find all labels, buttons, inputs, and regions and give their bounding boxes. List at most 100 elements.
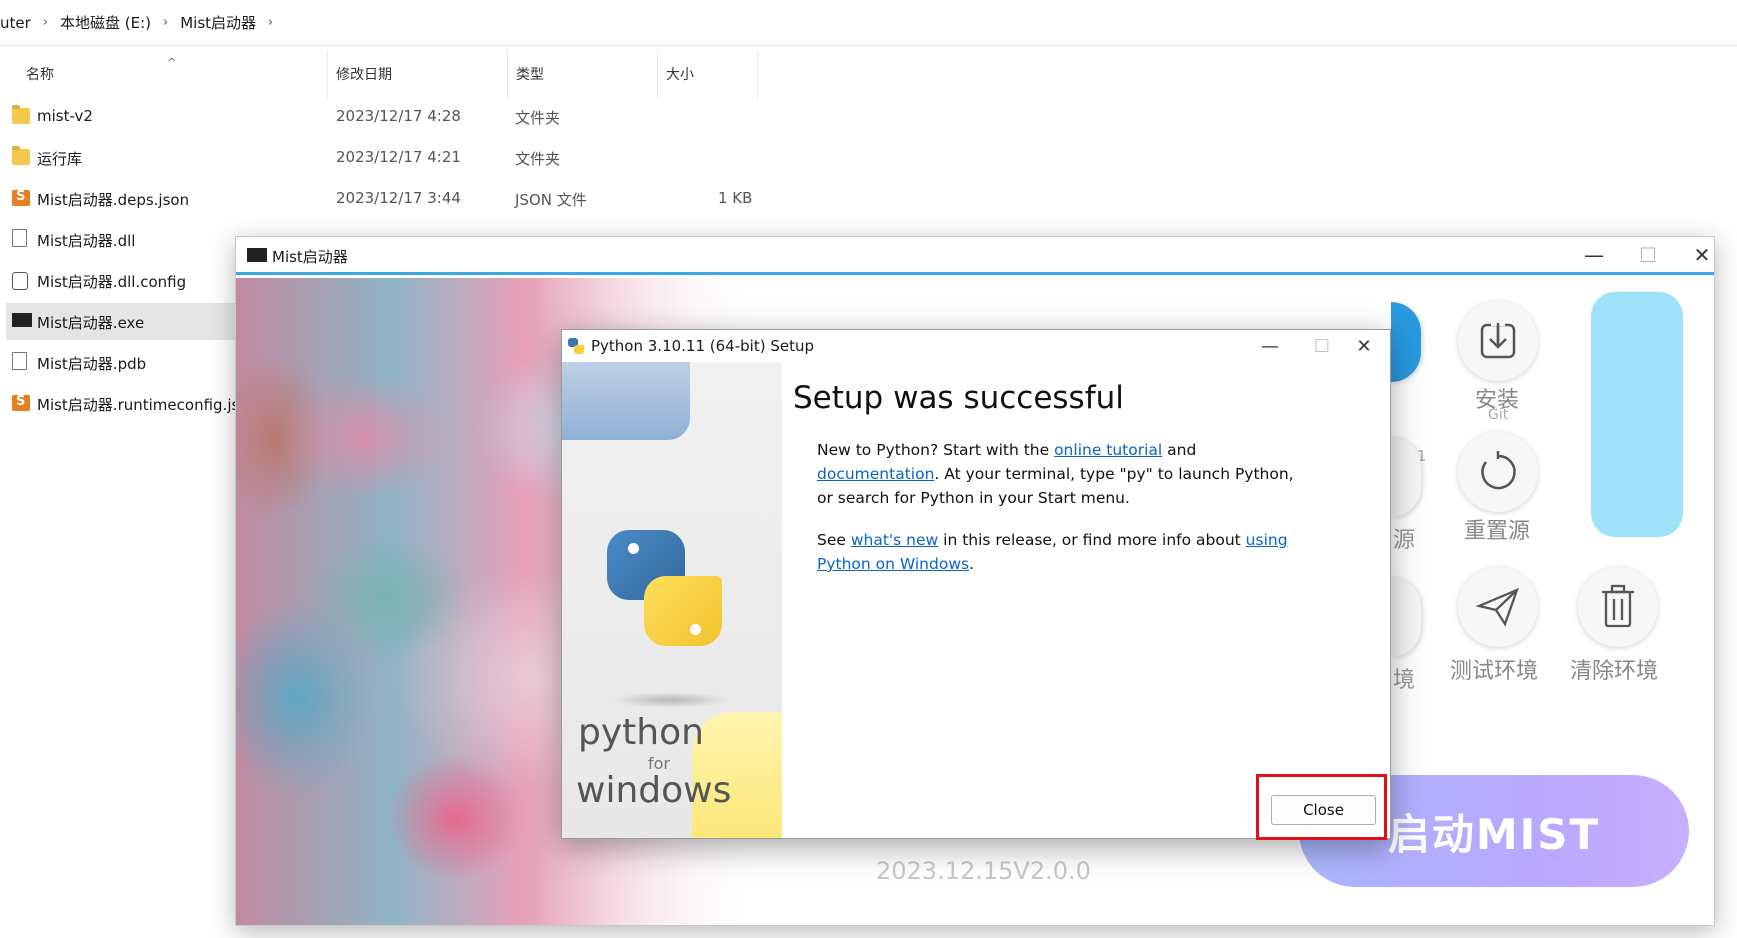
message-paragraph: New to Python? Start with the online tut…: [817, 438, 1297, 510]
mist-app-icon: [247, 248, 267, 262]
document-icon: [12, 352, 27, 370]
file-modified: 2023/12/17 4:28: [336, 107, 461, 125]
message-text: and: [1162, 441, 1197, 459]
python-setup-title: Python 3.10.11 (64-bit) Setup: [591, 337, 814, 355]
column-header-type[interactable]: 类型: [508, 50, 658, 98]
partial-env-text: 境: [1393, 668, 1416, 693]
column-name-label: 名称: [26, 67, 54, 83]
message-text: New to Python? Start with the: [817, 441, 1055, 459]
download-icon: [1480, 319, 1516, 359]
message-text: See: [817, 531, 851, 549]
column-headers: 名称 修改日期 类型 大小: [0, 50, 760, 98]
trash-icon: [1602, 584, 1634, 628]
brand-windows-text: windows: [576, 770, 732, 811]
decorative-shape: [562, 362, 690, 440]
close-button[interactable]: ✕: [1677, 237, 1714, 273]
column-type-label: 类型: [516, 67, 544, 83]
python-logo-icon: [644, 576, 722, 646]
breadcrumb: uter › 本地磁盘 (E:) › Mist启动器 ›: [0, 0, 1737, 46]
message-text: .: [969, 555, 975, 573]
clear-environment-button[interactable]: [1578, 567, 1658, 647]
chevron-right-icon: ›: [42, 15, 48, 30]
python-setup-dialog: Python 3.10.11 (64-bit) Setup — ☐ ✕ pyth…: [561, 329, 1391, 839]
file-type: 文件夹: [515, 109, 561, 127]
file-row[interactable]: Mist启动器.dll.config: [6, 262, 238, 299]
setup-success-heading: Setup was successful: [793, 380, 1124, 416]
install-git-button[interactable]: [1458, 301, 1538, 381]
test-environment-button[interactable]: [1458, 567, 1538, 647]
column-header-size[interactable]: 大小: [658, 50, 758, 98]
reset-source-button[interactable]: [1458, 432, 1538, 512]
logo-shadow: [610, 692, 730, 708]
whats-new-link[interactable]: what's new: [851, 531, 938, 549]
minimize-button[interactable]: —: [1569, 237, 1619, 273]
side-panel-button[interactable]: [1591, 292, 1683, 537]
chevron-right-icon: ›: [163, 15, 169, 30]
documentation-link[interactable]: documentation: [817, 465, 934, 483]
file-name: Mist启动器.deps.json: [37, 191, 190, 209]
brand-python-text: python: [578, 712, 704, 753]
refresh-icon: [1481, 451, 1516, 490]
folder-icon: [12, 146, 30, 165]
file-name: 运行库: [37, 150, 83, 168]
file-type: JSON 文件: [515, 191, 587, 209]
desktop: uter › 本地磁盘 (E:) › Mist启动器 › 名称 修改日期 类型 …: [0, 0, 1737, 938]
test-environment-label: 测试环境: [1450, 659, 1539, 684]
partial-circle-button[interactable]: [1391, 302, 1421, 382]
launch-mist-label: 启动MIST: [1387, 809, 1601, 859]
file-name: Mist启动器.pdb: [37, 355, 147, 373]
setup-message: New to Python? Start with the online tut…: [817, 438, 1297, 594]
maximize-button[interactable]: ☐: [1623, 237, 1673, 273]
sublime-file-icon: [12, 189, 30, 206]
file-name: Mist启动器.dll: [37, 232, 136, 250]
dll-file-icon: [12, 229, 27, 247]
minimize-button[interactable]: —: [1244, 330, 1296, 362]
file-type: 文件夹: [515, 150, 561, 168]
install-sublabel: Git: [1488, 407, 1509, 423]
partial-source-text: 源: [1393, 528, 1416, 553]
python-logo-eye: [628, 543, 639, 554]
config-file-icon: [12, 272, 28, 290]
reset-source-label: 重置源: [1464, 519, 1531, 544]
file-row-selected[interactable]: Mist启动器.exe: [6, 303, 238, 340]
python-setup-titlebar[interactable]: Python 3.10.11 (64-bit) Setup — ☐ ✕: [562, 330, 1390, 362]
file-row[interactable]: Mist启动器.dll: [6, 221, 238, 258]
python-side-banner: python for windows: [562, 362, 782, 838]
breadcrumb-mist-folder[interactable]: Mist启动器: [174, 12, 262, 33]
breadcrumb-drive-e[interactable]: 本地磁盘 (E:): [54, 12, 157, 33]
message-text: in this release, or find more info about: [938, 531, 1246, 549]
file-modified: 2023/12/17 3:44: [336, 189, 461, 207]
message-paragraph: See what's new in this release, or find …: [817, 528, 1297, 576]
file-name: Mist启动器.exe: [37, 314, 145, 332]
file-name: Mist启动器.dll.config: [37, 273, 187, 291]
clear-environment-label: 清除环境: [1570, 659, 1659, 684]
file-name: Mist启动器.runtimeconfig.js: [37, 396, 240, 414]
paper-plane-icon: [1475, 587, 1519, 627]
online-tutorial-link[interactable]: online tutorial: [1054, 441, 1162, 459]
folder-icon: [12, 105, 30, 124]
file-modified: 2023/12/17 4:21: [336, 148, 461, 166]
mist-titlebar[interactable]: Mist启动器 — ☐ ✕: [236, 237, 1714, 275]
column-size-label: 大小: [666, 67, 694, 83]
file-row[interactable]: Mist启动器.pdb: [6, 344, 238, 381]
python-logo-eye: [690, 624, 701, 635]
sort-ascending-icon: ^: [167, 56, 177, 69]
file-name: mist-v2: [37, 107, 93, 125]
column-modified-label: 修改日期: [336, 67, 392, 83]
file-size: 1 KB: [718, 189, 753, 207]
partial-circle-button[interactable]: [1391, 577, 1421, 657]
file-row[interactable]: 运行库: [6, 139, 238, 176]
chevron-right-icon[interactable]: ›: [262, 15, 279, 30]
breadcrumb-computer[interactable]: uter: [0, 14, 37, 32]
exe-file-icon: [12, 313, 32, 327]
file-row[interactable]: mist-v2: [6, 98, 238, 135]
file-row[interactable]: Mist启动器.runtimeconfig.js: [6, 385, 240, 422]
sublime-file-icon: [12, 394, 30, 411]
column-header-modified[interactable]: 修改日期: [328, 50, 508, 98]
close-button[interactable]: ✕: [1338, 330, 1390, 362]
version-text: 2023.12.15V2.0.0: [876, 857, 1091, 885]
mist-window-title: Mist启动器: [272, 248, 348, 266]
highlight-annotation: [1256, 774, 1387, 840]
python-icon: [568, 338, 584, 354]
file-row[interactable]: Mist启动器.deps.json: [6, 180, 238, 217]
